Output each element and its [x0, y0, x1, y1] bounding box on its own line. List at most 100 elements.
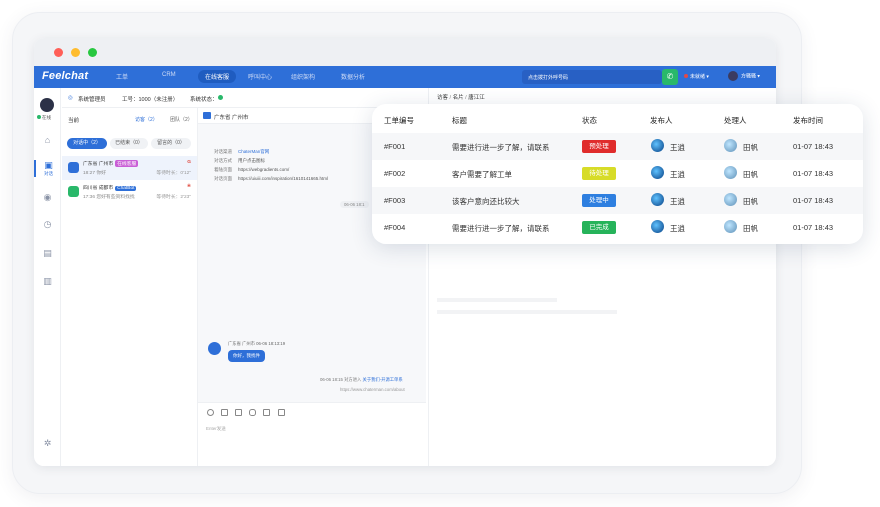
window-titlebar: [34, 38, 776, 66]
close-dot-icon[interactable]: [54, 48, 63, 57]
ticket-id: #F002: [384, 169, 406, 178]
contact-card-icon[interactable]: ▤: [34, 248, 61, 259]
breadcrumb-card[interactable]: 名片: [453, 95, 464, 101]
conversation-location: 广东省 广州市: [83, 162, 114, 167]
app-window: Feelchat 工单 CRM 在线客服 呼叫中心 组织架构 数据分析 点击拨打…: [34, 38, 776, 466]
publisher-name: 王逍: [670, 143, 685, 152]
dial-search-input[interactable]: 点击拨打外呼号码: [522, 70, 662, 84]
online-indicator: 在线: [37, 115, 51, 121]
channel-tag: ChatBot: [115, 186, 137, 191]
breadcrumb-name: 唐江江: [468, 95, 485, 101]
ticket-title: 需要进行进一步了解，请联系: [452, 143, 550, 152]
settings-gear-icon[interactable]: ✲: [34, 438, 61, 449]
status-dot-icon: [684, 74, 688, 78]
message-meta: 广东省 广州市 06-06 18:13:19: [228, 341, 286, 346]
publisher-name: 王逍: [670, 197, 685, 206]
list-item[interactable]: 四川省 成都市 ChatBot 17:36 您好有些资料找找 ❀ 等待时长：2'2…: [62, 180, 197, 204]
nav-item-org[interactable]: 组织架构: [291, 72, 315, 81]
publisher-name: 王逍: [670, 224, 685, 233]
visitor-avatar: [208, 342, 221, 355]
user-name: 方骚骚: [741, 73, 757, 80]
nav-item-call-center[interactable]: 呼叫中心: [248, 72, 272, 81]
conversation-location: 四川省 成都市: [83, 186, 114, 191]
filter-ended[interactable]: 已结束（0）: [110, 138, 148, 149]
minimize-dot-icon[interactable]: [71, 48, 80, 57]
admin-icon: ◎: [68, 95, 73, 101]
avatar: [724, 139, 737, 152]
page-link[interactable]: 关于我们-开源工单系: [363, 377, 403, 382]
table-row[interactable]: #F003 该客户意向还比较大 处理中 王逍 田帆 01-07 18:43: [372, 187, 863, 214]
ticket-id: #F003: [384, 196, 406, 205]
publish-time: 01-07 18:43: [793, 196, 834, 205]
info-value[interactable]: https://uiuiii.com/inspiration/161014166…: [238, 176, 328, 181]
column-header-status: 状态: [582, 116, 597, 125]
avatar: [651, 220, 664, 233]
nav-item-online-service[interactable]: 在线客服: [198, 70, 237, 83]
nav-item-crm[interactable]: CRM: [162, 72, 176, 78]
user-menu[interactable]: 方骚骚 ▾: [728, 71, 760, 81]
ticket-title: 该客户意向还比较大: [452, 197, 520, 206]
info-value[interactable]: https://webgradients.com/: [238, 167, 289, 172]
info-label: 对话方式: [214, 158, 232, 163]
wait-time: 等待时长：2'23": [156, 195, 191, 200]
wait-time: 等待时长：0'12": [156, 171, 191, 176]
avatar: [728, 71, 738, 81]
publish-time: 01-07 18:43: [793, 142, 834, 151]
tab-visitor[interactable]: 访客（2）: [135, 116, 158, 123]
message-timestamp: 06-06 18:1: [340, 201, 369, 208]
avatar: [651, 139, 664, 152]
file-icon[interactable]: [235, 409, 242, 416]
table-row[interactable]: #F004 需要进行进一步了解，请联系 已完成 王逍 田帆 01-07 18:4…: [372, 214, 863, 241]
app-logo[interactable]: Feelchat: [42, 70, 88, 82]
table-row[interactable]: #F001 需要进行进一步了解，请联系 预处理 王逍 田帆 01-07 18:4…: [372, 133, 863, 160]
eye-icon[interactable]: ◉: [34, 192, 61, 203]
avatar: [724, 220, 737, 233]
column-header-id: 工单编号: [384, 116, 414, 125]
visitor-avatar: [68, 186, 79, 197]
maximize-dot-icon[interactable]: [88, 48, 97, 57]
info-label: 对话页面: [214, 176, 232, 181]
handler-name: 田帆: [743, 224, 758, 233]
message-input[interactable]: Enter发送: [206, 426, 226, 432]
column-header-title: 标题: [452, 116, 467, 125]
table-row[interactable]: #F002 客户需要了解工单 待处理 王逍 田帆 01-07 18:43: [372, 160, 863, 187]
status-badge: 处理中: [582, 194, 616, 207]
note-icon[interactable]: [263, 409, 270, 416]
home-icon[interactable]: ⌂: [34, 135, 61, 145]
filter-chatting[interactable]: 对话中（2）: [67, 138, 107, 149]
ticket-title: 客户需要了解工单: [452, 170, 512, 179]
star-icon[interactable]: [249, 409, 256, 416]
left-sidebar: 在线 ⌂ ▣ 对话 ◉ ◷ ▤ ▥ ✲: [34, 88, 61, 466]
bar-chart-icon[interactable]: ▥: [34, 276, 61, 287]
clock-icon[interactable]: ◷: [34, 219, 61, 230]
last-message: 18:27 你好: [83, 171, 106, 176]
system-status-label: 系统状态：: [190, 97, 218, 103]
nav-item-ticket[interactable]: 工单: [116, 72, 128, 81]
admin-label: 系统管理员: [78, 97, 106, 103]
phone-call-button[interactable]: ✆: [662, 69, 678, 85]
list-item[interactable]: 广东省 广州市 在线客服 18:27 你好 G 等待时长：0'12": [62, 156, 197, 180]
sidebar-item-dialog[interactable]: ▣ 对话: [34, 160, 61, 177]
tab-team[interactable]: 团队（2）: [170, 116, 193, 123]
monitor-icon: [203, 112, 211, 119]
emoji-icon[interactable]: [207, 409, 214, 416]
system-status-dot: [218, 95, 223, 100]
image-icon[interactable]: [221, 409, 228, 416]
ticket-title: 需要进行进一步了解，请联系: [452, 224, 550, 233]
ticket-id: #F001: [384, 142, 406, 151]
page-url[interactable]: https://www.chaterman.com/about: [340, 387, 405, 392]
chat-title: 广东省 广州市: [214, 115, 249, 121]
agent-avatar[interactable]: [40, 98, 54, 112]
info-channel-link[interactable]: ChaterMan官网: [238, 149, 269, 154]
message-composer: Enter发送: [198, 402, 426, 466]
top-nav: Feelchat 工单 CRM 在线客服 呼叫中心 组织架构 数据分析 点击拨打…: [34, 66, 776, 88]
avatar: [651, 193, 664, 206]
print-icon[interactable]: [278, 409, 285, 416]
nav-item-analytics[interactable]: 数据分析: [341, 72, 365, 81]
breadcrumb-visitor[interactable]: 访客: [437, 95, 448, 101]
filter-messages[interactable]: 留言的（0）: [151, 138, 191, 149]
status-badge: 预处理: [582, 140, 616, 153]
agent-status-dropdown[interactable]: 未就绪 ▾: [684, 73, 709, 80]
conversation-list-pane: 当前 访客（2） 团队（2） 对话中（2） 已结束（0） 留言的（0） 广东省 …: [62, 108, 198, 466]
handler-name: 田帆: [743, 197, 758, 206]
